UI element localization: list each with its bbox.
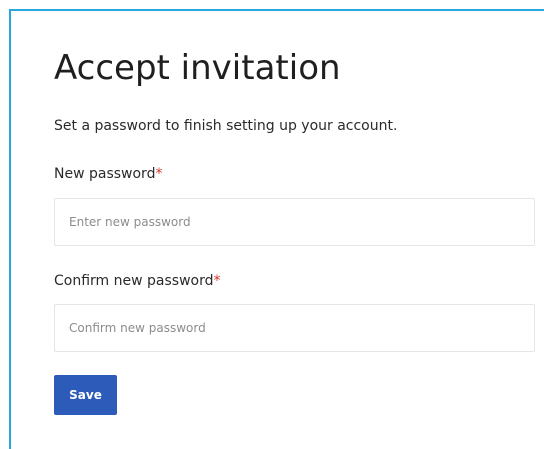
- page-title: Accept invitation: [54, 48, 341, 88]
- confirm-password-input[interactable]: [54, 304, 535, 352]
- confirm-password-label-text: Confirm new password: [54, 273, 214, 289]
- new-password-input[interactable]: [54, 198, 535, 246]
- new-password-label: New password*: [54, 166, 162, 182]
- new-password-required-mark: *: [155, 166, 163, 182]
- confirm-password-label: Confirm new password*: [54, 273, 220, 289]
- new-password-label-text: New password: [54, 166, 156, 182]
- page-subtitle: Set a password to finish setting up your…: [54, 118, 398, 134]
- save-button[interactable]: Save: [54, 375, 117, 415]
- confirm-password-required-mark: *: [213, 273, 221, 289]
